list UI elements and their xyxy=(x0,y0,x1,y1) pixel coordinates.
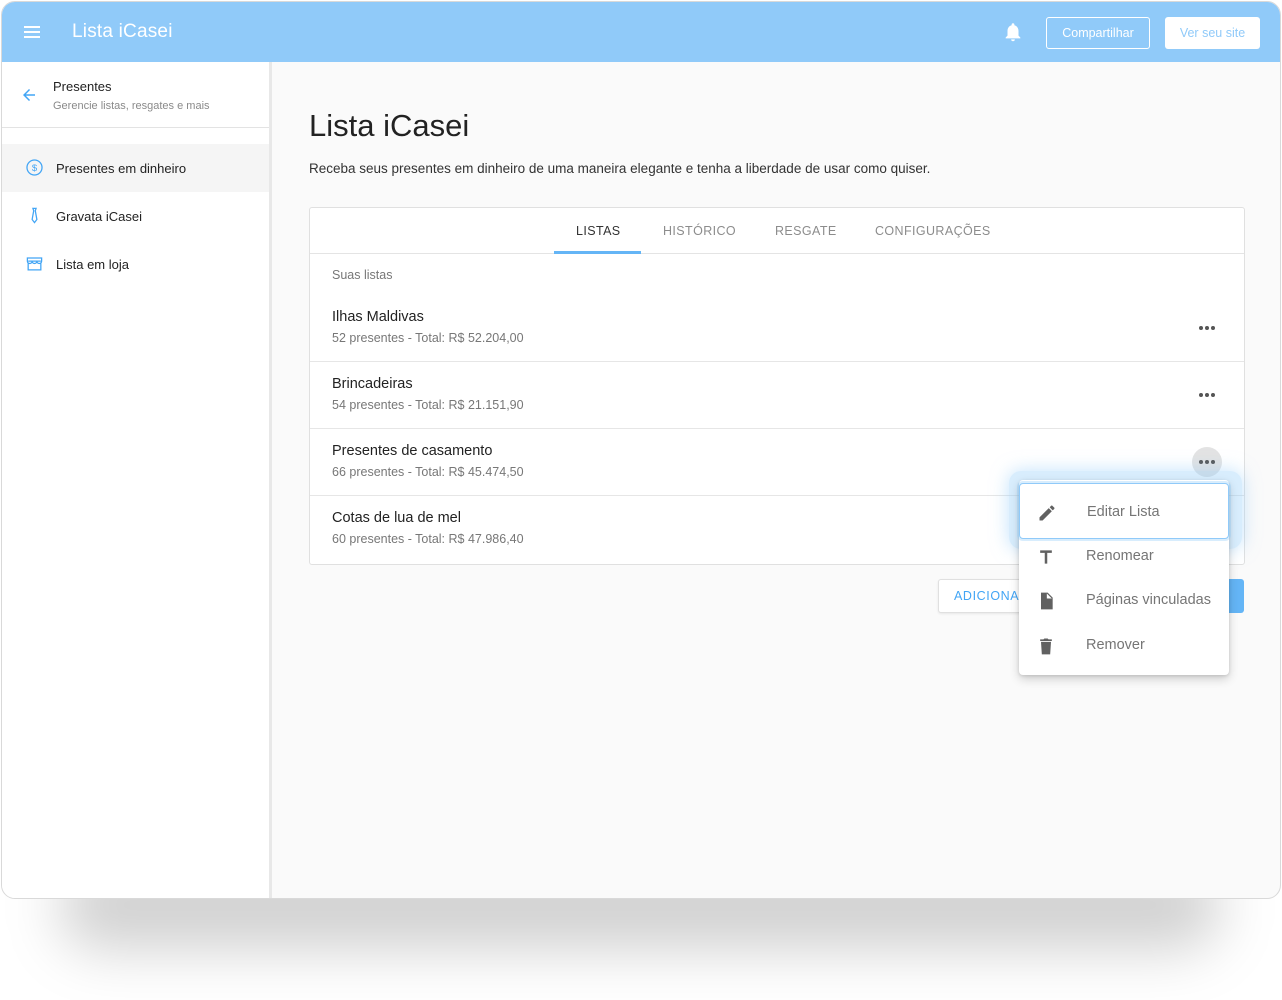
tab-historico[interactable]: HISTÓRICO xyxy=(663,224,736,238)
menu-item-label: Renomear xyxy=(1086,548,1154,564)
tab-bar: LISTAS HISTÓRICO RESGATE CONFIGURAÇÕES xyxy=(310,208,1244,254)
more-options-icon[interactable] xyxy=(1192,313,1222,343)
tab-listas[interactable]: LISTAS xyxy=(576,224,621,238)
file-icon xyxy=(1036,591,1056,611)
sidebar-subtitle: Gerencie listas, resgates e mais xyxy=(53,100,210,112)
list-name: Presentes de casamento xyxy=(332,443,493,459)
sidebar-header: Presentes Gerencie listas, resgates e ma… xyxy=(2,62,269,128)
list-name: Brincadeiras xyxy=(332,376,413,392)
app-title: Lista iCasei xyxy=(72,21,173,42)
menu-item-editar-lista[interactable]: Editar Lista xyxy=(1019,483,1229,539)
list-item[interactable]: Ilhas Maldivas 52 presentes - Total: R$ … xyxy=(310,295,1244,362)
svg-text:$: $ xyxy=(32,163,38,174)
view-site-button[interactable]: Ver seu site xyxy=(1165,17,1260,49)
app-window: Lista iCasei Compartilhar Ver seu site P… xyxy=(1,1,1281,899)
hamburger-menu-icon[interactable] xyxy=(22,22,42,42)
store-icon xyxy=(25,254,44,273)
list-options-menu: Renomear Páginas vinculadas Remover Edit… xyxy=(1019,480,1229,675)
list-meta: 54 presentes - Total: R$ 21.151,90 xyxy=(332,398,524,412)
list-name: Cotas de lua de mel xyxy=(332,510,461,526)
page-title: Lista iCasei xyxy=(309,108,470,143)
sidebar: Presentes Gerencie listas, resgates e ma… xyxy=(2,62,272,898)
list-meta: 66 presentes - Total: R$ 45.474,50 xyxy=(332,465,524,479)
list-meta: 60 presentes - Total: R$ 47.986,40 xyxy=(332,532,524,546)
pencil-icon xyxy=(1037,503,1057,523)
menu-item-paginas-vinculadas[interactable]: Páginas vinculadas xyxy=(1019,578,1229,623)
sidebar-item-lista-em-loja[interactable]: Lista em loja xyxy=(2,240,269,288)
sidebar-item-presentes-em-dinheiro[interactable]: $ Presentes em dinheiro xyxy=(2,144,269,192)
dollar-circle-icon: $ xyxy=(25,158,44,177)
menu-item-label: Editar Lista xyxy=(1087,504,1160,520)
trash-icon xyxy=(1036,636,1056,656)
active-tab-indicator xyxy=(554,251,641,254)
sidebar-item-label: Gravata iCasei xyxy=(56,208,142,224)
menu-item-label: Páginas vinculadas xyxy=(1086,592,1211,608)
text-icon xyxy=(1036,547,1056,567)
tab-configuracoes[interactable]: CONFIGURAÇÕES xyxy=(875,224,991,238)
page-description: Receba seus presentes em dinheiro de uma… xyxy=(309,161,931,176)
sidebar-item-gravata-icasei[interactable]: Gravata iCasei xyxy=(2,192,269,240)
menu-item-remover[interactable]: Remover xyxy=(1019,623,1229,668)
sidebar-item-label: Lista em loja xyxy=(56,256,129,272)
top-bar: Lista iCasei Compartilhar Ver seu site xyxy=(2,2,1280,62)
bell-icon[interactable] xyxy=(1002,21,1024,43)
sidebar-item-label: Presentes em dinheiro xyxy=(56,160,187,176)
back-arrow-icon[interactable] xyxy=(20,86,38,104)
menu-item-renomear[interactable]: Renomear xyxy=(1019,534,1229,579)
tab-resgate[interactable]: RESGATE xyxy=(775,224,837,238)
more-options-icon[interactable] xyxy=(1192,380,1222,410)
list-name: Ilhas Maldivas xyxy=(332,309,424,325)
tie-icon xyxy=(25,206,44,225)
share-button[interactable]: Compartilhar xyxy=(1046,17,1150,49)
section-label: Suas listas xyxy=(332,268,393,282)
sidebar-title: Presentes xyxy=(53,79,112,94)
list-meta: 52 presentes - Total: R$ 52.204,00 xyxy=(332,331,524,345)
list-item[interactable]: Brincadeiras 54 presentes - Total: R$ 21… xyxy=(310,362,1244,429)
menu-item-label: Remover xyxy=(1086,637,1145,653)
